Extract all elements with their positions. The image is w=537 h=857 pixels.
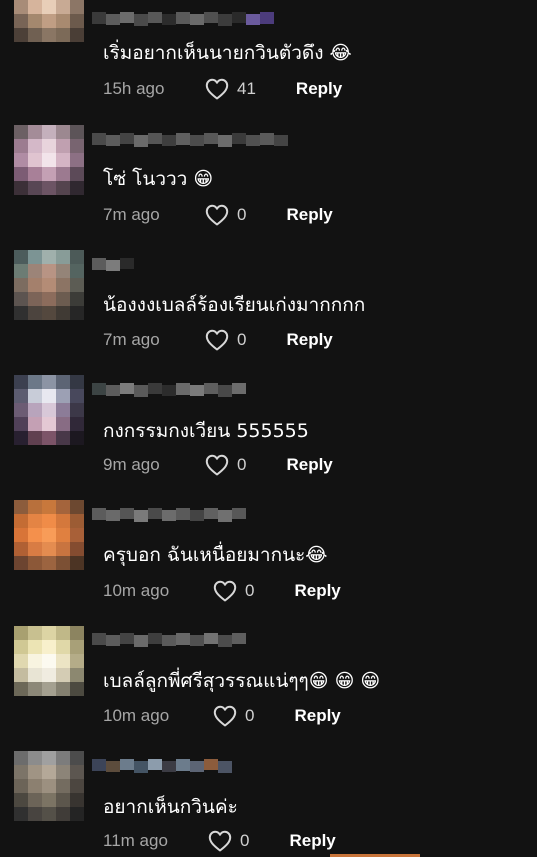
like-button[interactable]: 0 — [208, 830, 249, 852]
username-pixelated[interactable] — [92, 383, 246, 405]
reply-button[interactable]: Reply — [294, 581, 340, 601]
username-pixelated[interactable] — [92, 12, 274, 34]
reply-button[interactable]: Reply — [294, 706, 340, 726]
reply-button[interactable]: Reply — [286, 330, 332, 350]
avatar[interactable] — [14, 375, 84, 445]
heart-outline-icon — [205, 204, 229, 226]
timestamp: 15h ago — [103, 79, 165, 98]
like-count: 0 — [237, 205, 247, 224]
like-count: 0 — [237, 330, 247, 349]
like-count: 0 — [245, 581, 255, 600]
reply-button[interactable]: Reply — [286, 455, 332, 475]
heart-outline-icon — [205, 78, 229, 100]
timestamp: 10m ago — [103, 581, 170, 600]
comment-text: เบลล์ลูกพี่ศรีสุวรรณแน่ๆๆ😁 😁 😁 — [103, 670, 381, 692]
comment-text: น้องงงเบลล์ร้องเรียนเก่งมากกกก — [103, 294, 366, 316]
reply-button[interactable]: Reply — [286, 205, 332, 225]
username-pixelated[interactable] — [92, 759, 232, 781]
reply-button[interactable]: Reply — [289, 831, 335, 851]
comment-item — [0, 125, 537, 250]
comment-meta: 10m ago 0 Reply — [103, 578, 341, 604]
avatar[interactable] — [14, 500, 84, 570]
username-pixelated[interactable] — [92, 508, 246, 530]
timestamp: 10m ago — [103, 706, 170, 725]
avatar[interactable] — [14, 0, 84, 42]
avatar[interactable] — [14, 125, 84, 195]
timestamp: 7m ago — [103, 205, 160, 224]
comment-text: อยากเห็นกวินค่ะ — [103, 796, 238, 818]
like-button[interactable]: 0 — [205, 204, 246, 226]
heart-outline-icon — [205, 454, 229, 476]
like-button[interactable]: 41 — [205, 78, 256, 100]
timestamp: 9m ago — [103, 455, 160, 474]
like-count: 41 — [237, 79, 256, 98]
avatar[interactable] — [14, 751, 84, 821]
avatar[interactable] — [14, 626, 84, 696]
comment-meta: 10m ago 0 Reply — [103, 703, 341, 729]
comment-meta: 7m ago 0 Reply — [103, 327, 333, 353]
like-button[interactable]: 0 — [205, 454, 246, 476]
timestamp: 11m ago — [103, 831, 168, 850]
timestamp: 7m ago — [103, 330, 160, 349]
like-count: 0 — [237, 455, 247, 474]
like-count: 0 — [240, 831, 250, 850]
heart-outline-icon — [213, 705, 237, 727]
username-pixelated[interactable] — [92, 133, 288, 155]
comment-meta: 15h ago 41 Reply — [103, 76, 342, 102]
comment-meta: 7m ago 0 Reply — [103, 202, 333, 228]
like-button[interactable]: 0 — [213, 580, 254, 602]
reply-button[interactable]: Reply — [296, 79, 342, 99]
avatar[interactable] — [14, 250, 84, 320]
comment-text: เริ่มอยากเห็นนายกวินตัวดึง 😂 — [103, 42, 352, 64]
username-pixelated[interactable] — [92, 633, 246, 655]
heart-outline-icon — [213, 580, 237, 602]
comment-meta: 11m ago 0 Reply — [103, 828, 336, 854]
comment-text: ครุบอก ฉันเหนื่อยมากนะ😂 — [103, 544, 328, 566]
comment-text: โซ่ โนววว 😁 — [103, 168, 214, 190]
comment-meta: 9m ago 0 Reply — [103, 452, 333, 478]
like-button[interactable]: 0 — [213, 705, 254, 727]
comment-text: กงกรรมกงเวียน 555555 — [103, 420, 309, 442]
heart-outline-icon — [208, 830, 232, 852]
like-count: 0 — [245, 706, 255, 725]
username-pixelated[interactable] — [92, 258, 134, 280]
heart-outline-icon — [205, 329, 229, 351]
like-button[interactable]: 0 — [205, 329, 246, 351]
